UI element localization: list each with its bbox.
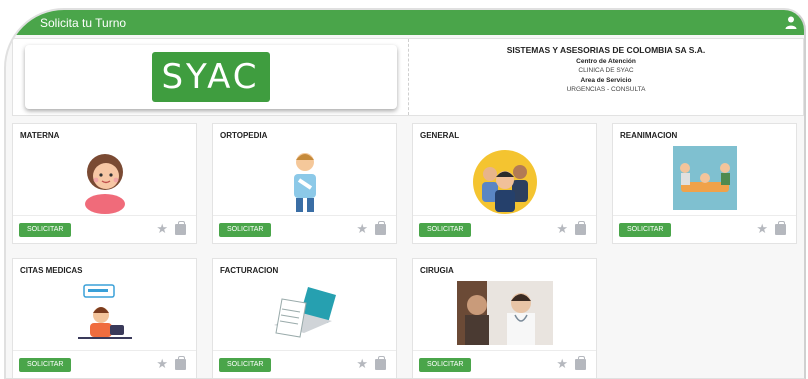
pregnant-woman-illustration — [84, 154, 125, 214]
orthopedic-patient-illustration — [293, 153, 316, 212]
card-footer: SOLICITAR ★ — [13, 215, 196, 243]
solicitar-button[interactable]: SOLICITAR — [219, 223, 272, 237]
star-icon[interactable]: ★ — [356, 222, 368, 236]
call-center-illustration — [77, 284, 132, 339]
app-bar: Solicita tu Turno — [6, 10, 804, 35]
card-title: CIRUGIA — [420, 266, 454, 275]
star-icon[interactable]: ★ — [156, 222, 168, 236]
centro-value: CLINICA DE SYAC — [578, 67, 634, 74]
star-icon[interactable]: ★ — [556, 357, 568, 371]
service-card-cirugia: CIRUGIA SOLICITAR ★ — [412, 258, 597, 378]
briefcase-icon[interactable] — [375, 221, 386, 235]
briefcase-icon[interactable] — [175, 221, 186, 235]
logo-area: SYAC — [13, 39, 409, 115]
star-icon[interactable]: ★ — [156, 357, 168, 371]
company-info: SISTEMAS Y ASESORIAS DE COLOMBIA SA S.A.… — [409, 39, 803, 115]
solicitar-button[interactable]: SOLICITAR — [619, 223, 672, 237]
service-card-citas-medicas: CITAS MEDICAS SOLICITAR ★ — [12, 258, 197, 378]
logo-container: SYAC — [24, 45, 397, 109]
card-footer: SOLICITAR ★ — [13, 350, 196, 378]
card-footer: SOLICITAR ★ — [413, 350, 596, 378]
service-card-reanimacion: REANIMACION SOLICITAR ★ — [612, 123, 797, 244]
service-card-facturacion: FACTURACION SOLICITAR ★ — [212, 258, 397, 378]
card-title: FACTURACION — [220, 266, 279, 275]
briefcase-icon[interactable] — [175, 356, 186, 370]
solicitar-button[interactable]: SOLICITAR — [219, 358, 272, 372]
briefcase-icon[interactable] — [375, 356, 386, 370]
card-footer: SOLICITAR ★ — [613, 215, 796, 243]
card-title: ORTOPEDIA — [220, 131, 268, 140]
service-card-general: GENERAL SOLICITAR ★ — [412, 123, 597, 244]
solicitar-button[interactable]: SOLICITAR — [19, 358, 72, 372]
centro-label: Centro de Atención — [576, 58, 636, 65]
app-window: Solicita tu Turno SYAC SISTEMAS Y ASESOR… — [4, 8, 806, 379]
solicitar-button[interactable]: SOLICITAR — [419, 358, 472, 372]
briefcase-icon[interactable] — [575, 356, 586, 370]
star-icon[interactable]: ★ — [756, 222, 768, 236]
header-card: SYAC SISTEMAS Y ASESORIAS DE COLOMBIA SA… — [12, 38, 804, 116]
card-title: GENERAL — [420, 131, 460, 140]
star-icon[interactable]: ★ — [556, 222, 568, 236]
card-title: CITAS MEDICAS — [20, 266, 83, 275]
card-title: MATERNA — [20, 131, 60, 140]
medical-team-illustration — [472, 150, 537, 214]
user-icon[interactable] — [784, 15, 798, 29]
syac-logo: SYAC — [151, 52, 270, 102]
service-card-materna: MATERNA SOLICITAR ★ — [12, 123, 197, 244]
card-footer: SOLICITAR ★ — [413, 215, 596, 243]
service-card-ortopedia: ORTOPEDIA SOLICITAR ★ — [212, 123, 397, 244]
card-title: REANIMACION — [620, 131, 678, 140]
area-label: Area de Servicio — [580, 77, 632, 84]
resuscitation-illustration — [672, 146, 737, 210]
area-value: URGENCIAS - CONSULTA — [566, 86, 646, 93]
company-name: SISTEMAS Y ASESORIAS DE COLOMBIA SA S.A. — [506, 45, 706, 55]
solicitar-button[interactable]: SOLICITAR — [19, 223, 72, 237]
briefcase-icon[interactable] — [575, 221, 586, 235]
card-footer: SOLICITAR ★ — [213, 350, 396, 378]
star-icon[interactable]: ★ — [356, 357, 368, 371]
solicitar-button[interactable]: SOLICITAR — [419, 223, 472, 237]
invoice-laptop-illustration — [273, 287, 336, 338]
briefcase-icon[interactable] — [775, 221, 786, 235]
card-footer: SOLICITAR ★ — [213, 215, 396, 243]
doctor-consultation-photo — [456, 281, 553, 345]
app-title: Solicita tu Turno — [40, 15, 127, 30]
